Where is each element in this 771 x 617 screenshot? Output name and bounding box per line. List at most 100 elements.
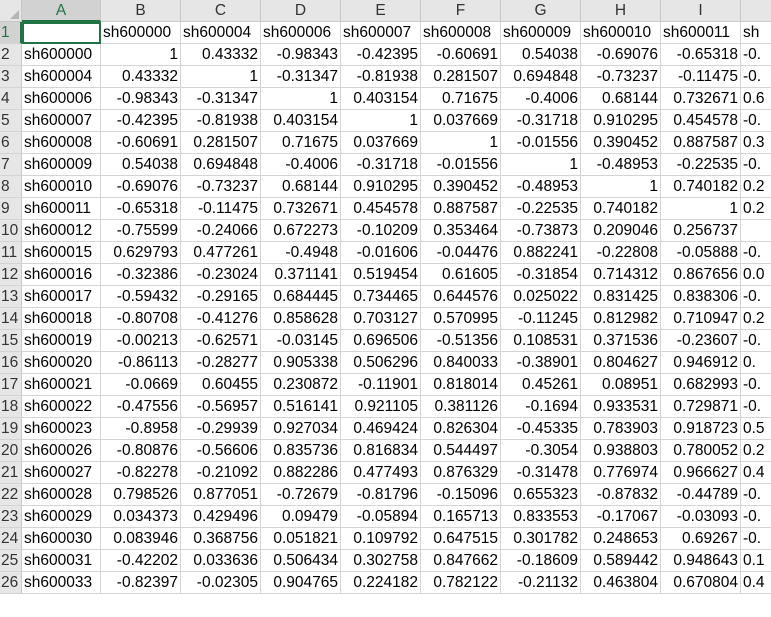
cell[interactable]: 0. — [741, 352, 771, 374]
cell[interactable]: -0.86113 — [101, 352, 181, 374]
row-header[interactable]: 17 — [0, 374, 22, 396]
cell[interactable]: 0.506434 — [261, 550, 341, 572]
cell[interactable]: 0.921105 — [341, 396, 421, 418]
cell[interactable]: -0.82397 — [101, 572, 181, 594]
cell[interactable]: 0.696506 — [341, 330, 421, 352]
cell[interactable]: -0.60691 — [421, 44, 501, 66]
cell[interactable]: -0.42395 — [341, 44, 421, 66]
cell[interactable]: 0.403154 — [261, 110, 341, 132]
cell[interactable]: -0.05888 — [661, 242, 741, 264]
cell[interactable]: 1 — [261, 88, 341, 110]
cell[interactable]: 0.08951 — [581, 374, 661, 396]
cell[interactable]: sh600012 — [22, 220, 101, 242]
cell[interactable]: 0.804627 — [581, 352, 661, 374]
cell[interactable]: -0. — [741, 286, 771, 308]
cell[interactable]: 0.68144 — [581, 88, 661, 110]
cell[interactable]: 0.816834 — [341, 440, 421, 462]
cell[interactable]: -0.00213 — [101, 330, 181, 352]
cell[interactable]: sh600023 — [22, 418, 101, 440]
cell[interactable]: 0.905338 — [261, 352, 341, 374]
cell[interactable]: 0.5 — [741, 418, 771, 440]
cell[interactable]: 0.882286 — [261, 462, 341, 484]
cell[interactable]: 0.938803 — [581, 440, 661, 462]
cell[interactable]: 0.0 — [741, 264, 771, 286]
cell[interactable]: -0. — [741, 242, 771, 264]
cell[interactable]: 0.368756 — [181, 528, 261, 550]
cell[interactable]: 0.818014 — [421, 374, 501, 396]
cell[interactable]: 0.033636 — [181, 550, 261, 572]
cell[interactable]: 0.381126 — [421, 396, 501, 418]
cell[interactable]: 0.835736 — [261, 440, 341, 462]
cell[interactable]: 0.783903 — [581, 418, 661, 440]
cell[interactable]: 1 — [181, 66, 261, 88]
cell[interactable]: sh600007 — [22, 110, 101, 132]
cell[interactable]: sh600010 — [581, 22, 661, 44]
cell[interactable]: 0.966627 — [661, 462, 741, 484]
cell[interactable]: 0.867656 — [661, 264, 741, 286]
cell[interactable]: 0.302758 — [341, 550, 421, 572]
cell[interactable]: -0.73237 — [181, 176, 261, 198]
cell[interactable]: sh600004 — [22, 66, 101, 88]
cell[interactable]: -0.47556 — [101, 396, 181, 418]
cell[interactable]: 0.209046 — [581, 220, 661, 242]
cell[interactable]: sh600010 — [22, 176, 101, 198]
cell[interactable]: 0.4 — [741, 572, 771, 594]
cell[interactable]: 0.710947 — [661, 308, 741, 330]
cell[interactable]: 0.4 — [741, 462, 771, 484]
cell[interactable]: -0.11475 — [181, 198, 261, 220]
cell[interactable]: -0.03145 — [261, 330, 341, 352]
cell[interactable]: 0.43332 — [181, 44, 261, 66]
cell[interactable]: sh600020 — [22, 352, 101, 374]
cell[interactable]: -0.73237 — [581, 66, 661, 88]
cell[interactable]: 0.876329 — [421, 462, 501, 484]
cell[interactable]: 0.1 — [741, 550, 771, 572]
cell[interactable]: -0.23024 — [181, 264, 261, 286]
cell[interactable]: 0.248653 — [581, 528, 661, 550]
cell[interactable]: -0.21132 — [501, 572, 581, 594]
cell[interactable]: -0.48953 — [501, 176, 581, 198]
cell[interactable]: -0.22535 — [501, 198, 581, 220]
cell[interactable]: -0. — [741, 506, 771, 528]
cell[interactable]: 0.703127 — [341, 308, 421, 330]
cell[interactable]: -0.56957 — [181, 396, 261, 418]
cell[interactable]: -0.44789 — [661, 484, 741, 506]
cell[interactable]: 0.948643 — [661, 550, 741, 572]
cell[interactable]: 0.714312 — [581, 264, 661, 286]
cell[interactable]: -0.42202 — [101, 550, 181, 572]
cell[interactable]: -0.73873 — [501, 220, 581, 242]
column-header-g[interactable]: G — [501, 0, 581, 22]
cell[interactable]: -0.31854 — [501, 264, 581, 286]
cell[interactable]: 0.887587 — [661, 132, 741, 154]
cell[interactable]: -0.22535 — [661, 154, 741, 176]
cell[interactable]: -0.01556 — [501, 132, 581, 154]
cell[interactable]: 0.684445 — [261, 286, 341, 308]
cell[interactable]: 0.034373 — [101, 506, 181, 528]
cell[interactable]: sh600011 — [661, 22, 741, 44]
cell[interactable]: sh600021 — [22, 374, 101, 396]
row-header[interactable]: 18 — [0, 396, 22, 418]
cell[interactable]: 0.544497 — [421, 440, 501, 462]
cell[interactable]: 0.629793 — [101, 242, 181, 264]
cell[interactable]: -0.56606 — [181, 440, 261, 462]
cell[interactable]: 0.927034 — [261, 418, 341, 440]
cell[interactable]: sh600018 — [22, 308, 101, 330]
cell[interactable]: 1 — [501, 154, 581, 176]
cell[interactable]: 0.61605 — [421, 264, 501, 286]
row-header[interactable]: 21 — [0, 462, 22, 484]
cell[interactable]: 0.390452 — [581, 132, 661, 154]
row-header[interactable]: 14 — [0, 308, 22, 330]
cell[interactable]: sh600006 — [22, 88, 101, 110]
cell[interactable]: 0.256737 — [661, 220, 741, 242]
cell[interactable]: 0.838306 — [661, 286, 741, 308]
cell[interactable]: 0.516141 — [261, 396, 341, 418]
cell[interactable]: 0.371536 — [581, 330, 661, 352]
cell[interactable]: 0.3 — [741, 132, 771, 154]
cell[interactable]: 0.694848 — [501, 66, 581, 88]
row-header[interactable]: 5 — [0, 110, 22, 132]
cell[interactable]: -0.98343 — [261, 44, 341, 66]
row-header[interactable]: 13 — [0, 286, 22, 308]
cell[interactable]: sh600027 — [22, 462, 101, 484]
cell[interactable]: -0.8958 — [101, 418, 181, 440]
cell[interactable]: 0.371141 — [261, 264, 341, 286]
row-header[interactable]: 8 — [0, 176, 22, 198]
